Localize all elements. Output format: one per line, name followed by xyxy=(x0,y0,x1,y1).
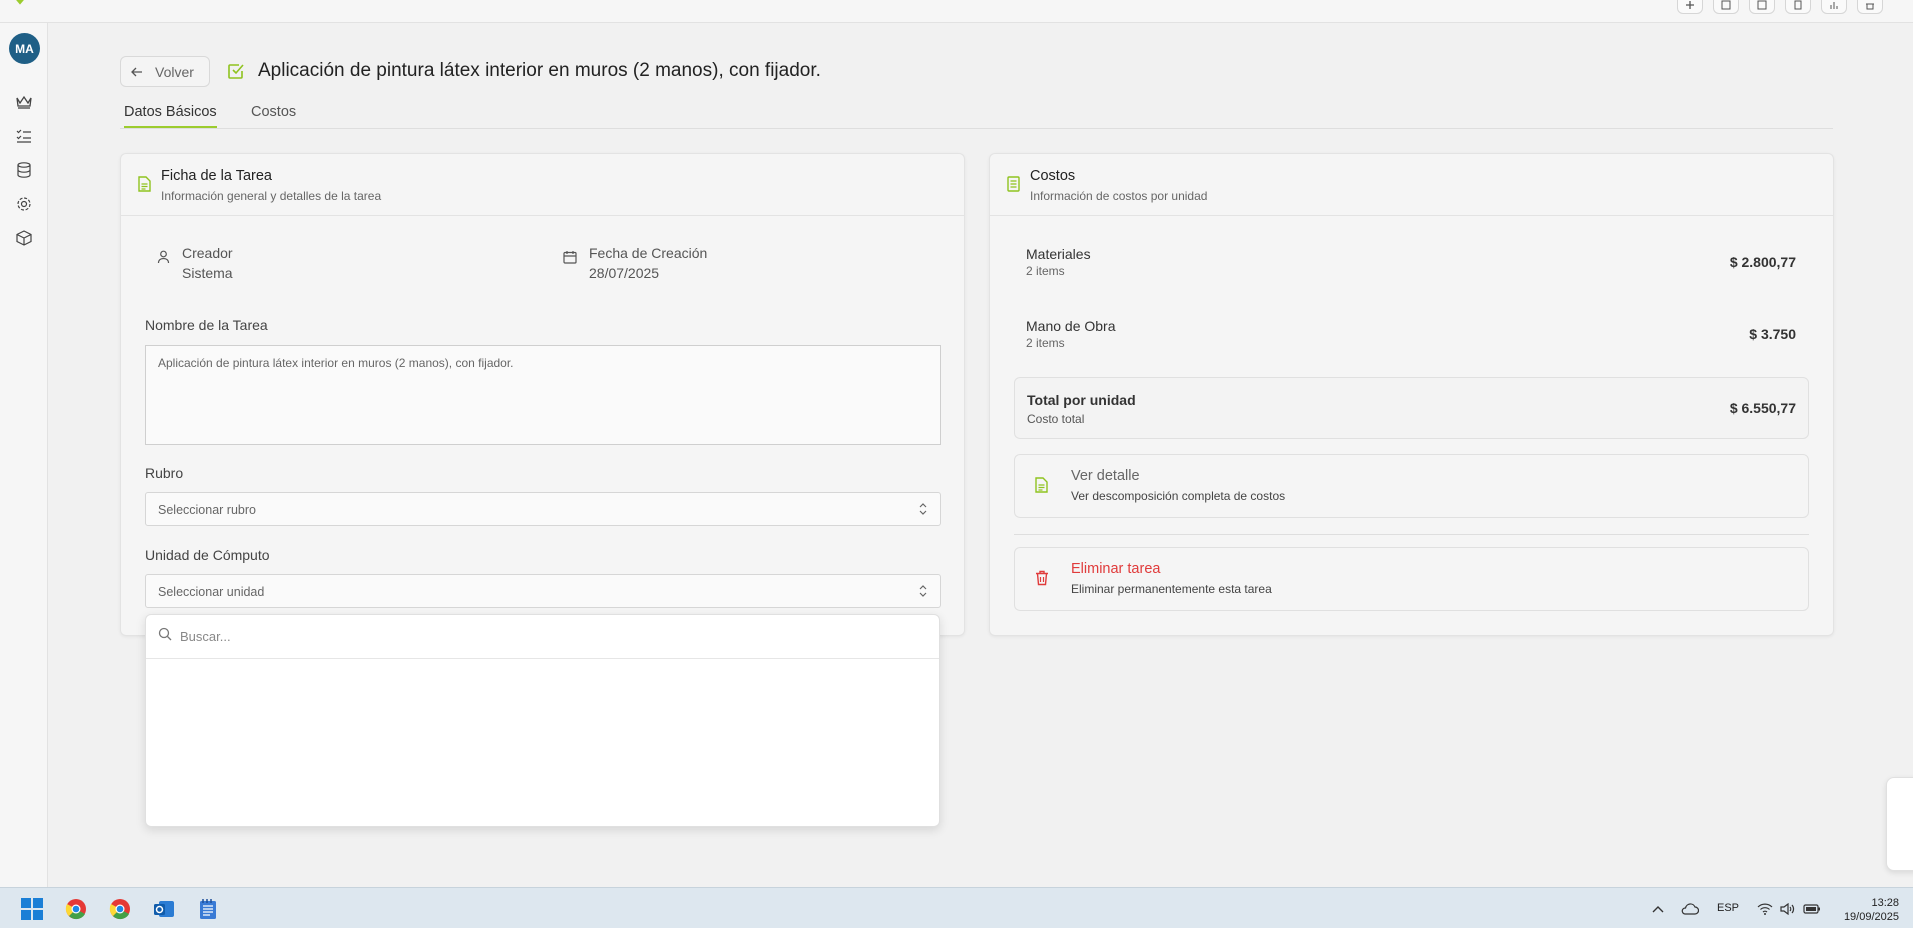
creator-info: Creador Sistema xyxy=(157,245,233,281)
unit-placeholder: Seleccionar unidad xyxy=(158,585,265,599)
user-icon xyxy=(157,250,170,281)
receipt-icon xyxy=(1007,176,1020,197)
total-box: Total por unidad Costo total $ 6.550,77 xyxy=(1014,377,1809,439)
cost-label: Mano de Obra xyxy=(1026,318,1116,334)
back-button[interactable]: Volver xyxy=(120,56,210,87)
task-card-title: Ficha de la Tarea xyxy=(161,168,272,184)
avatar[interactable]: MA xyxy=(9,33,40,64)
crown-icon[interactable] xyxy=(14,92,34,112)
back-label: Volver xyxy=(155,63,194,80)
sidebar: MA xyxy=(0,23,48,887)
costs-card-subtitle: Información de costos por unidad xyxy=(1030,189,1208,203)
task-name-textarea[interactable]: Aplicación de pintura látex interior en … xyxy=(145,345,941,445)
square-icon[interactable] xyxy=(1749,0,1775,14)
cost-row-mano-de-obra: Mano de Obra 2 items $ 3.750 xyxy=(1026,318,1796,350)
document-icon xyxy=(1035,477,1048,498)
delete-task-button[interactable]: Eliminar tarea Eliminar permanentemente … xyxy=(1014,547,1809,611)
store-icon[interactable] xyxy=(1857,0,1883,14)
checkbox-icon xyxy=(227,62,245,85)
creator-label: Creador xyxy=(182,245,233,261)
windows-start-icon[interactable] xyxy=(19,896,45,922)
database-icon[interactable] xyxy=(14,160,34,180)
chrome-profile-icon[interactable] xyxy=(107,896,133,922)
page-title: Aplicación de pintura látex interior en … xyxy=(258,60,821,81)
chart-icon[interactable] xyxy=(1821,0,1847,14)
taskbar-clock[interactable]: 13:28 19/09/2025 xyxy=(1844,896,1899,924)
task-card-subtitle: Información general y detalles de la tar… xyxy=(161,189,382,203)
volume-icon[interactable] xyxy=(1775,896,1801,922)
battery-icon[interactable] xyxy=(1799,896,1825,922)
cost-label: Materiales xyxy=(1026,246,1091,262)
calendar-icon xyxy=(563,250,577,281)
list-icon[interactable] xyxy=(14,126,34,146)
tab-datos-basicos[interactable]: Datos Básicos xyxy=(124,104,217,128)
view-detail-title: Ver detalle xyxy=(1071,468,1140,484)
costs-card: Costos Información de costos por unidad … xyxy=(989,153,1834,636)
chrome-icon[interactable] xyxy=(63,896,89,922)
clock-date: 19/09/2025 xyxy=(1843,911,1899,923)
search-input[interactable] xyxy=(180,629,880,644)
trash-icon xyxy=(1035,570,1049,591)
tab-bar: Datos Básicos Costos xyxy=(120,100,1833,129)
date-label: Fecha de Creación xyxy=(589,245,708,261)
chevron-up-icon[interactable] xyxy=(1645,896,1671,922)
gear-icon[interactable] xyxy=(14,194,34,214)
cloud-icon[interactable] xyxy=(1677,896,1703,922)
edge-toast[interactable] xyxy=(1886,777,1913,871)
image-icon[interactable] xyxy=(1713,0,1739,14)
unit-dropdown xyxy=(145,614,940,827)
unit-select[interactable]: Seleccionar unidad xyxy=(145,574,941,608)
notepad-icon[interactable] xyxy=(195,896,221,922)
task-card: Ficha de la Tarea Información general y … xyxy=(120,153,965,636)
unit-label: Unidad de Cómputo xyxy=(145,547,270,563)
date-value: 28/07/2025 xyxy=(589,265,660,281)
cost-value: $ 3.750 xyxy=(1749,326,1796,342)
costs-card-header: Costos Información de costos por unidad xyxy=(990,154,1833,216)
task-card-header: Ficha de la Tarea Información general y … xyxy=(121,154,964,216)
top-bar xyxy=(0,0,1913,23)
rubro-select[interactable]: Seleccionar rubro xyxy=(145,492,941,526)
top-actions xyxy=(1677,0,1883,14)
rubro-label: Rubro xyxy=(145,465,184,481)
dropdown-search xyxy=(146,615,939,659)
app-logo[interactable] xyxy=(6,0,40,17)
rubro-placeholder: Seleccionar rubro xyxy=(158,503,256,517)
task-name-label: Nombre de la Tarea xyxy=(145,317,268,333)
cost-count: 2 items xyxy=(1026,336,1065,350)
file-icon[interactable] xyxy=(1785,0,1811,14)
arrow-left-icon xyxy=(131,64,143,80)
windows-taskbar: ESP 13:28 19/09/2025 xyxy=(0,887,1913,928)
view-detail-subtitle: Ver descomposición completa de costos xyxy=(1071,489,1286,503)
chevron-up-down-icon xyxy=(918,584,928,601)
outlook-icon[interactable] xyxy=(151,896,177,922)
costs-card-title: Costos xyxy=(1030,168,1076,184)
box-icon[interactable] xyxy=(14,228,34,248)
total-value: $ 6.550,77 xyxy=(1729,400,1796,416)
creator-value: Sistema xyxy=(182,265,233,281)
total-label: Total por unidad xyxy=(1027,392,1136,408)
view-detail-button[interactable]: Ver detalle Ver descomposición completa … xyxy=(1014,454,1809,518)
chevron-up-down-icon xyxy=(918,502,928,519)
language-indicator[interactable]: ESP xyxy=(1717,902,1739,914)
delete-task-subtitle: Eliminar permanentemente esta tarea xyxy=(1071,582,1272,596)
delete-task-title: Eliminar tarea xyxy=(1071,561,1161,577)
clock-time: 13:28 xyxy=(1871,897,1899,909)
document-icon xyxy=(138,176,151,197)
tab-costos[interactable]: Costos xyxy=(251,104,296,126)
cost-row-materiales: Materiales 2 items $ 2.800,77 xyxy=(1026,246,1796,278)
creation-date-info: Fecha de Creación 28/07/2025 xyxy=(563,245,707,281)
divider xyxy=(1014,534,1809,535)
total-subtitle: Costo total xyxy=(1027,412,1085,426)
plus-icon[interactable] xyxy=(1677,0,1703,14)
cost-count: 2 items xyxy=(1026,264,1065,278)
cost-value: $ 2.800,77 xyxy=(1729,254,1796,270)
search-icon xyxy=(158,627,172,646)
